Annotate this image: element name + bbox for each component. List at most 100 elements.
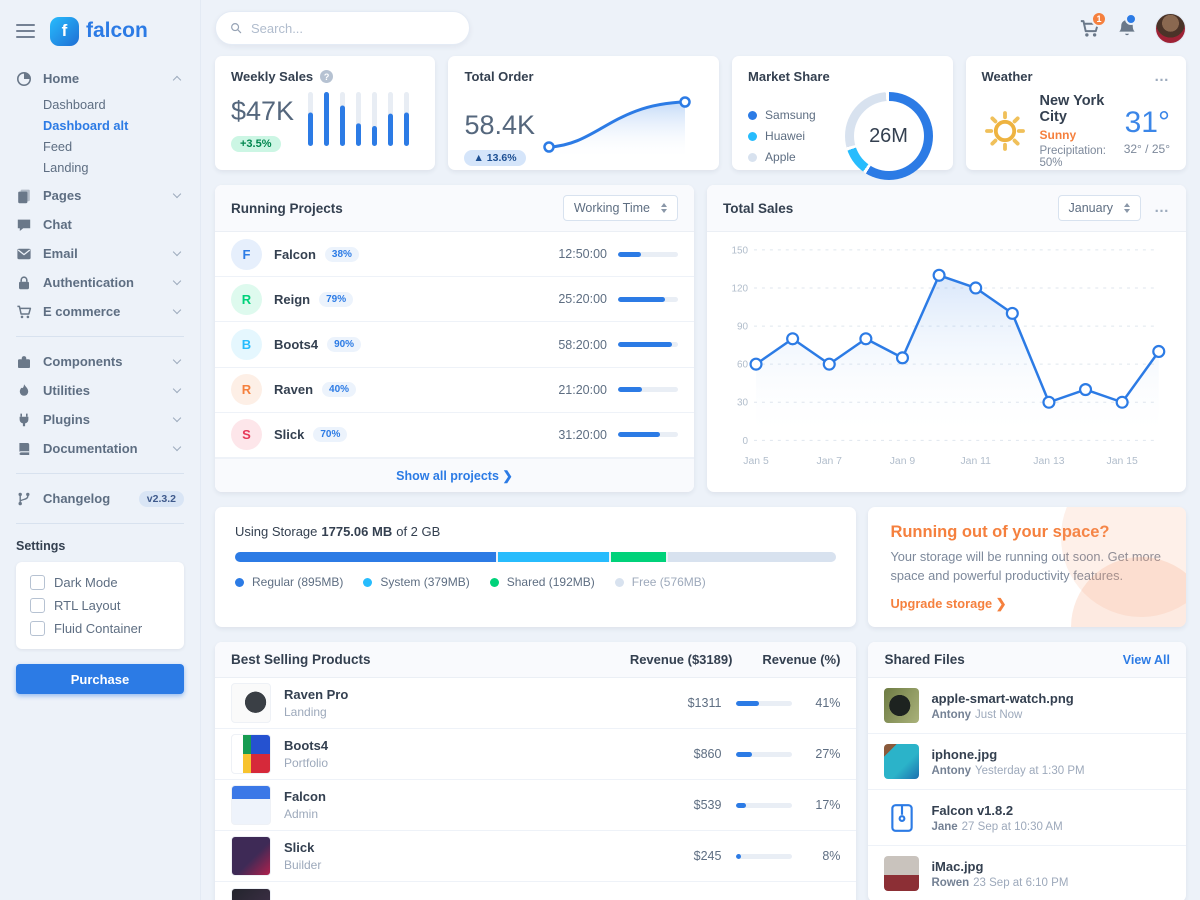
cart-button[interactable]: 1 xyxy=(1079,18,1100,39)
project-row-right: 12:50:00 xyxy=(558,247,678,261)
setting-option-fluid-container[interactable]: Fluid Container xyxy=(30,621,170,636)
lock-icon xyxy=(16,275,32,291)
product-thumbnail xyxy=(231,888,271,900)
purchase-button[interactable]: Purchase xyxy=(16,664,184,694)
working-time-select[interactable]: Working Time xyxy=(563,195,678,221)
sidebar-item-dashboard-alt[interactable]: Dashboard alt xyxy=(43,115,184,136)
upgrade-space-title: Running out of your space? xyxy=(890,523,1164,542)
file-name-link[interactable]: apple-smart-watch.png xyxy=(931,691,1073,706)
list-item: apple-smart-watch.pngAntonyJust Now xyxy=(868,678,1186,734)
sidebar-item-e-commerce[interactable]: E commerce xyxy=(16,297,184,326)
file-meta: Jane27 Sep at 10:30 AM xyxy=(931,821,1062,833)
project-time: 21:20:00 xyxy=(558,383,607,397)
sidebar-item-documentation[interactable]: Documentation xyxy=(16,434,184,463)
sidebar-item-authentication[interactable]: Authentication xyxy=(16,268,184,297)
hamburger-menu-icon[interactable] xyxy=(16,24,35,38)
product-category: Admin xyxy=(284,807,659,821)
storage-used: 1775.06 MB xyxy=(321,524,392,539)
legend-dot xyxy=(748,153,757,162)
sidebar-item-landing[interactable]: Landing xyxy=(43,157,184,178)
storage-legend-item: System (379MB) xyxy=(363,575,469,589)
notifications-button[interactable] xyxy=(1117,18,1138,39)
sidebar-item-changelog[interactable]: Changelogv2.3.2 xyxy=(16,484,184,513)
sidebar-item-dashboard[interactable]: Dashboard xyxy=(43,94,184,115)
checkbox-rtl-layout[interactable] xyxy=(30,598,45,613)
chevron-down-icon xyxy=(173,190,181,198)
search-input[interactable] xyxy=(251,21,455,36)
upgrade-storage-link[interactable]: Upgrade storage ❯ xyxy=(890,596,1006,612)
product-name-link[interactable]: Falcon xyxy=(284,789,659,804)
sidebar-item-chat[interactable]: Chat xyxy=(16,210,184,239)
weekly-sales-bar-chart xyxy=(303,89,419,152)
sidebar-subitem-label: Feed xyxy=(43,139,184,154)
month-select[interactable]: January xyxy=(1058,195,1141,221)
product-name-link[interactable]: Raven Pro xyxy=(284,687,659,702)
checkbox-fluid-container[interactable] xyxy=(30,621,45,636)
sidebar-item-home[interactable]: Home xyxy=(16,64,184,93)
settings-card: Dark Mode RTL Layout Fluid Container xyxy=(16,562,184,649)
checkbox-dark-mode[interactable] xyxy=(30,575,45,590)
product-revenue: $1311 xyxy=(659,696,721,710)
weekly-sales-card: Weekly Sales? $47K +3.5% xyxy=(215,56,435,170)
sidebar-item-components[interactable]: Components xyxy=(16,347,184,376)
app: f falcon HomeDashboard Dashboard alt Feed L… xyxy=(0,0,1200,900)
product-name-link[interactable]: Boots4 xyxy=(284,738,659,753)
email-icon xyxy=(16,246,32,262)
svg-text:90: 90 xyxy=(737,322,749,333)
setting-option-dark-mode[interactable]: Dark Mode xyxy=(30,575,170,590)
project-name-link[interactable]: Falcon xyxy=(274,247,316,262)
brand-logo[interactable]: f falcon xyxy=(50,17,148,46)
sidebar-item-plugins[interactable]: Plugins xyxy=(16,405,184,434)
sidebar-item-label: E commerce xyxy=(43,304,174,319)
user-avatar[interactable] xyxy=(1155,13,1186,44)
cart-icon xyxy=(16,304,32,320)
storage-legend-label: Free (576MB) xyxy=(632,575,706,589)
search-box[interactable] xyxy=(215,11,470,45)
project-row: BBoots490%58:20:00 xyxy=(215,322,694,367)
sidebar-subitem-label: Dashboard alt xyxy=(43,118,184,133)
running-projects-title: Running Projects xyxy=(231,201,343,216)
file-meta: Rowen23 Sep at 6:10 PM xyxy=(931,877,1068,889)
pie-chart-icon xyxy=(16,71,32,87)
sidebar-item-feed[interactable]: Feed xyxy=(43,136,184,157)
list-item: Falcon v1.8.2 Jane27 Sep at 10:30 AM xyxy=(868,790,1186,846)
sidebar-item-utilities[interactable]: Utilities xyxy=(16,376,184,405)
storage-legend: Regular (895MB)System (379MB)Shared (192… xyxy=(235,575,836,589)
total-sales-menu-icon[interactable]: … xyxy=(1154,204,1170,212)
project-list: FFalcon38%12:50:00RReign79%25:20:00BBoot… xyxy=(215,232,694,458)
view-all-link[interactable]: View All xyxy=(1123,653,1170,667)
weather-menu-icon[interactable]: … xyxy=(1154,73,1170,81)
setting-option-rtl-layout[interactable]: RTL Layout xyxy=(30,598,170,613)
legend-dot xyxy=(748,111,757,120)
file-name-link[interactable]: iphone.jpg xyxy=(931,747,1084,762)
market-share-legend: SamsungHuaweiApple xyxy=(748,108,816,164)
table-row: FalconAdmin$53917% xyxy=(215,780,856,831)
project-percent-badge: 90% xyxy=(327,337,361,352)
product-percent: 17% xyxy=(807,798,840,812)
total-order-line-chart xyxy=(535,89,703,166)
product-percent: 27% xyxy=(807,747,840,761)
weekly-sales-title: Weekly Sales xyxy=(231,69,313,84)
svg-text:120: 120 xyxy=(732,283,749,294)
product-revenue: $245 xyxy=(659,849,721,863)
chevron-down-icon xyxy=(173,356,181,364)
show-all-projects-link[interactable]: Show all projects ❯ xyxy=(215,458,694,492)
sidebar-item-pages[interactable]: Pages xyxy=(16,181,184,210)
file-info: apple-smart-watch.pngAntonyJust Now xyxy=(931,691,1073,721)
storage-legend-item: Shared (192MB) xyxy=(490,575,595,589)
svg-text:150: 150 xyxy=(732,245,749,256)
project-row: FFalcon38%12:50:00 xyxy=(215,232,694,277)
question-icon[interactable]: ? xyxy=(320,70,333,83)
product-name-link[interactable]: Slick xyxy=(284,840,659,855)
svg-text:Jan 7: Jan 7 xyxy=(817,456,843,467)
project-name-link[interactable]: Slick xyxy=(274,427,304,442)
sidebar-item-email[interactable]: Email xyxy=(16,239,184,268)
sort-arrows-icon xyxy=(1124,203,1130,213)
file-name-link[interactable]: iMac.jpg xyxy=(931,859,1068,874)
project-name-link[interactable]: Raven xyxy=(274,382,313,397)
product-info: Raven ProLanding xyxy=(284,687,659,719)
total-order-card: Total Order 58.4K ▲ 13.6% xyxy=(448,56,719,170)
project-name-link[interactable]: Reign xyxy=(274,292,310,307)
project-name-link[interactable]: Boots4 xyxy=(274,337,318,352)
file-name-link[interactable]: Falcon v1.8.2 xyxy=(931,803,1062,818)
